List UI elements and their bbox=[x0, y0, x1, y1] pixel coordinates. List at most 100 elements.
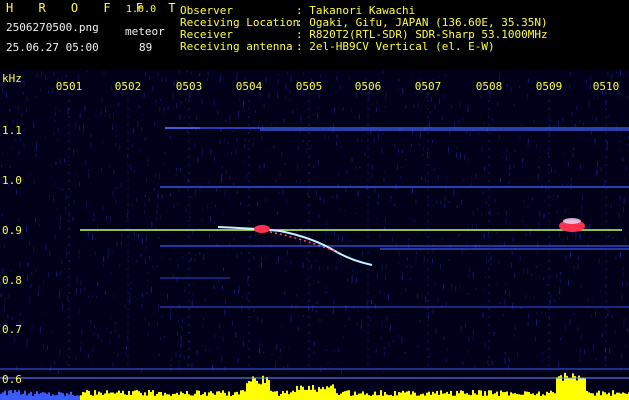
noise-speck bbox=[129, 298, 131, 302]
noise-speck bbox=[65, 252, 67, 256]
noise-speck bbox=[622, 272, 624, 277]
noise-speck bbox=[598, 258, 600, 264]
amplitude-sample bbox=[482, 395, 484, 400]
noise-speck bbox=[111, 191, 113, 197]
noise-speck bbox=[277, 259, 279, 262]
noise-speck bbox=[567, 161, 569, 167]
noise-speck bbox=[511, 251, 513, 256]
noise-speck bbox=[337, 361, 339, 364]
noise-speck bbox=[497, 212, 499, 215]
noise-speck bbox=[93, 150, 95, 153]
noise-speck bbox=[390, 195, 392, 199]
noise-speck bbox=[105, 215, 107, 220]
amplitude-sample bbox=[524, 391, 526, 400]
noise-speck bbox=[417, 232, 419, 237]
noise-speck bbox=[337, 234, 339, 240]
amplitude-sample bbox=[358, 393, 360, 400]
noise-speck bbox=[184, 287, 186, 293]
noise-speck bbox=[150, 287, 152, 293]
amplitude-sample bbox=[384, 392, 386, 400]
noise-speck bbox=[522, 220, 524, 222]
noise-speck bbox=[415, 198, 417, 204]
noise-speck bbox=[407, 258, 409, 261]
amplitude-sample bbox=[456, 391, 458, 400]
noise-speck bbox=[190, 71, 192, 75]
noise-speck bbox=[186, 70, 188, 73]
noise-speck bbox=[627, 329, 629, 332]
noise-speck bbox=[155, 226, 157, 229]
noise-speck bbox=[571, 112, 573, 117]
noise-speck bbox=[376, 273, 378, 279]
noise-speck bbox=[202, 326, 204, 329]
noise-speck bbox=[546, 284, 548, 286]
noise-speck bbox=[298, 327, 300, 331]
noise-speck bbox=[155, 217, 157, 221]
noise-speck bbox=[164, 151, 166, 154]
amplitude-sample bbox=[374, 391, 376, 400]
amplitude-sample bbox=[284, 393, 286, 400]
noise-speck bbox=[161, 315, 163, 319]
amplitude-sample bbox=[150, 392, 152, 400]
noise-speck bbox=[158, 353, 160, 357]
noise-speck bbox=[319, 73, 321, 78]
noise-speck bbox=[26, 338, 28, 343]
amplitude-sample bbox=[120, 393, 122, 400]
amplitude-sample bbox=[532, 393, 534, 400]
noise-speck bbox=[437, 175, 439, 181]
noise-speck bbox=[405, 104, 407, 109]
amplitude-sample bbox=[206, 395, 208, 400]
noise-speck bbox=[565, 257, 567, 263]
amplitude-sample bbox=[212, 393, 214, 400]
noise-speck bbox=[332, 196, 334, 199]
noise-speck bbox=[282, 259, 283, 261]
noise-speck bbox=[431, 204, 433, 206]
noise-speck bbox=[54, 120, 56, 123]
noise-speck bbox=[292, 110, 294, 114]
amplitude-sample bbox=[172, 394, 174, 400]
noise-speck bbox=[326, 285, 327, 290]
noise-speck bbox=[141, 238, 143, 244]
noise-speck bbox=[23, 143, 25, 147]
amplitude-sample bbox=[562, 380, 564, 400]
amplitude-sample bbox=[582, 377, 584, 400]
noise-speck bbox=[157, 72, 159, 76]
noise-speck bbox=[536, 252, 538, 254]
noise-speck bbox=[234, 289, 236, 294]
noise-speck bbox=[54, 362, 56, 365]
amplitude-sample bbox=[438, 394, 440, 400]
noise-speck bbox=[58, 292, 60, 298]
noise-speck bbox=[358, 116, 360, 119]
noise-speck bbox=[286, 199, 288, 205]
noise-speck bbox=[225, 108, 227, 110]
noise-speck bbox=[199, 71, 201, 77]
noise-speck bbox=[609, 348, 611, 354]
noise-speck bbox=[286, 260, 288, 262]
noise-speck bbox=[500, 290, 502, 292]
noise-speck bbox=[177, 331, 178, 336]
amplitude-sample bbox=[300, 385, 302, 400]
noise-speck bbox=[620, 70, 622, 76]
amplitude-sample bbox=[564, 372, 566, 400]
amplitude-sample bbox=[256, 380, 258, 400]
noise-speck bbox=[217, 348, 219, 350]
amplitude-sample bbox=[578, 375, 580, 400]
noise-speck bbox=[127, 208, 129, 212]
noise-speck bbox=[191, 364, 193, 369]
noise-speck bbox=[306, 147, 308, 153]
noise-speck bbox=[582, 195, 584, 201]
noise-speck bbox=[552, 199, 554, 201]
noise-speck bbox=[554, 299, 556, 303]
noise-speck bbox=[586, 80, 587, 86]
noise-speck bbox=[70, 191, 72, 193]
noise-speck bbox=[611, 74, 613, 79]
noise-speck bbox=[19, 137, 21, 143]
noise-speck bbox=[512, 236, 514, 238]
noise-speck bbox=[156, 265, 158, 268]
noise-speck bbox=[435, 328, 437, 334]
noise-speck bbox=[318, 215, 320, 219]
amplitude-sample bbox=[328, 387, 330, 400]
noise-speck bbox=[75, 173, 77, 175]
amplitude-sample bbox=[490, 390, 492, 400]
noise-speck bbox=[459, 284, 461, 289]
noise-speck bbox=[357, 125, 359, 127]
